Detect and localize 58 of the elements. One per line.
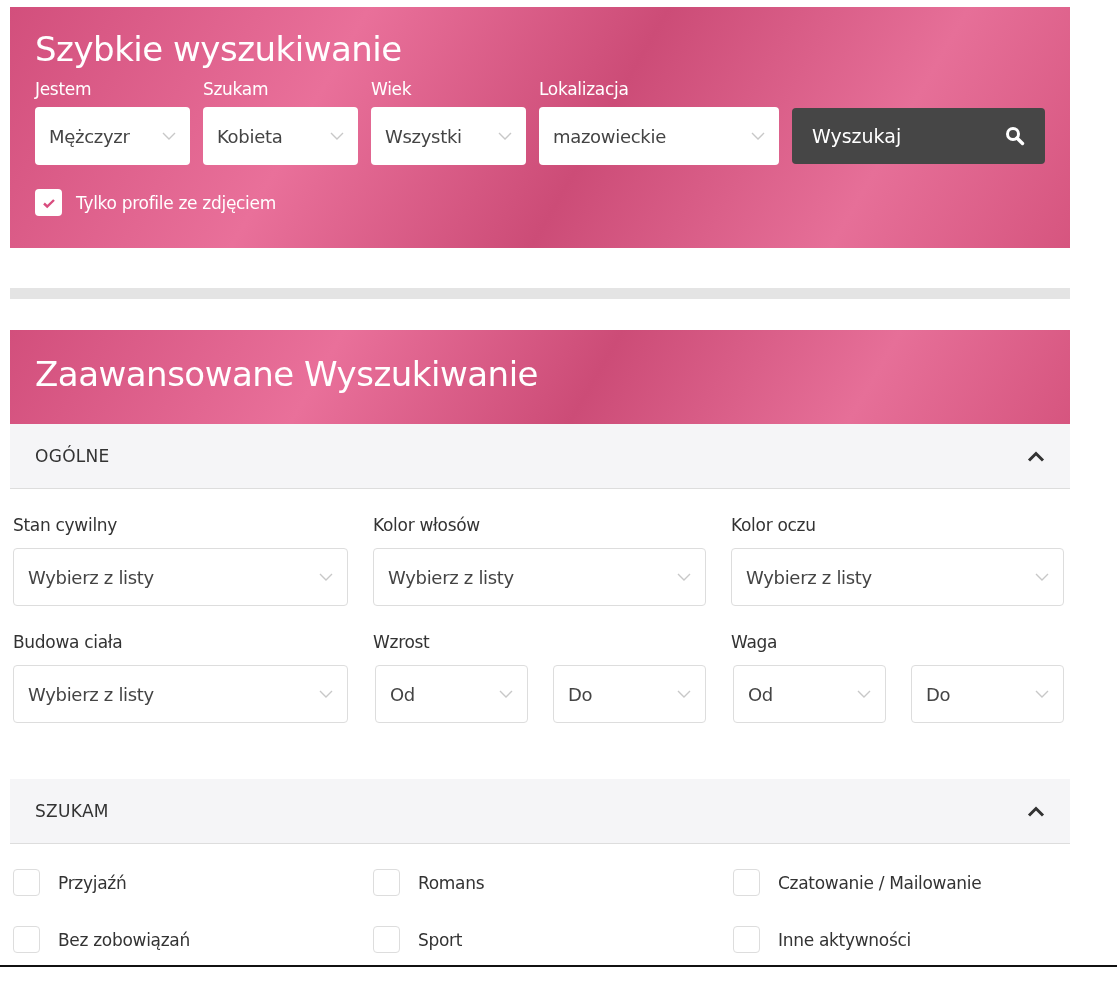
section-title: SZUKAM — [35, 801, 109, 821]
chevron-down-icon — [677, 573, 691, 581]
checkbox-label: Sport — [418, 929, 463, 950]
dropdown[interactable]: Mężczyzr — [35, 107, 190, 165]
section-header[interactable]: SZUKAM — [10, 779, 1070, 844]
checkbox-label: Przyjaźń — [58, 872, 127, 893]
dropdown[interactable]: Wszystki — [371, 107, 526, 165]
field-label: Kolor włosów — [373, 515, 481, 535]
chevron-down-icon — [319, 573, 333, 581]
checkbox[interactable] — [13, 926, 40, 953]
checkbox-label: Inne aktywności — [778, 929, 911, 950]
dropdown[interactable]: mazowieckie — [539, 107, 779, 165]
checkbox-label: Bez zobowiązań — [58, 929, 190, 950]
dropdown[interactable]: Wybierz z listy — [13, 665, 348, 723]
field-label: Stan cywilny — [13, 515, 119, 535]
checkbox[interactable] — [35, 189, 62, 216]
checkbox[interactable] — [373, 869, 400, 896]
field-label: Budowa ciała — [13, 632, 124, 652]
checkbox[interactable] — [733, 926, 760, 953]
dropdown[interactable]: Kobieta — [203, 107, 358, 165]
field-label: Kolor oczu — [731, 515, 817, 535]
field-label: Jestem — [35, 79, 93, 99]
checkbox-label: Romans — [418, 872, 485, 893]
chevron-down-icon — [499, 690, 513, 698]
chevron-down-icon — [1035, 690, 1049, 698]
dropdown[interactable]: Od — [375, 665, 528, 723]
field-label: Wzrost — [373, 632, 431, 652]
checkbox-label: Czatowanie / Mailowanie — [778, 872, 982, 893]
chevron-down-icon — [330, 132, 344, 140]
checkbox[interactable] — [733, 869, 760, 896]
checkbox-label: Tylko profile ze zdjęciem — [76, 192, 276, 213]
quick-search-title: Szybkie wyszukiwanie — [35, 29, 403, 69]
checkbox[interactable] — [13, 869, 40, 896]
chevron-down-icon — [162, 132, 176, 140]
advanced-search-title: Zaawansowane Wyszukiwanie — [35, 354, 540, 394]
dropdown[interactable]: Wybierz z listy — [13, 548, 348, 606]
chevron-down-icon — [751, 132, 765, 140]
chevron-down-icon — [677, 690, 691, 698]
field-label: Lokalizacja — [539, 79, 630, 99]
chevron-down-icon — [857, 690, 871, 698]
field-label: Szukam — [203, 79, 270, 99]
dropdown[interactable]: Wybierz z listy — [731, 548, 1064, 606]
dropdown[interactable]: Od — [733, 665, 886, 723]
section-title: OGÓLNE — [35, 446, 110, 466]
chevron-down-icon — [1035, 573, 1049, 581]
chevron-up-icon[interactable] — [1027, 450, 1045, 462]
section-header[interactable]: OGÓLNE — [10, 424, 1070, 489]
chevron-up-icon[interactable] — [1027, 805, 1045, 817]
search-icon — [1005, 126, 1025, 146]
dropdown[interactable]: Do — [553, 665, 706, 723]
dropdown[interactable]: Wybierz z listy — [373, 548, 706, 606]
dropdown[interactable]: Do — [911, 665, 1064, 723]
checkbox[interactable] — [373, 926, 400, 953]
search-button[interactable]: Wyszukaj — [792, 108, 1045, 164]
field-label: Waga — [731, 632, 779, 652]
chevron-down-icon — [319, 690, 333, 698]
field-label: Wiek — [371, 79, 413, 99]
chevron-down-icon — [498, 132, 512, 140]
